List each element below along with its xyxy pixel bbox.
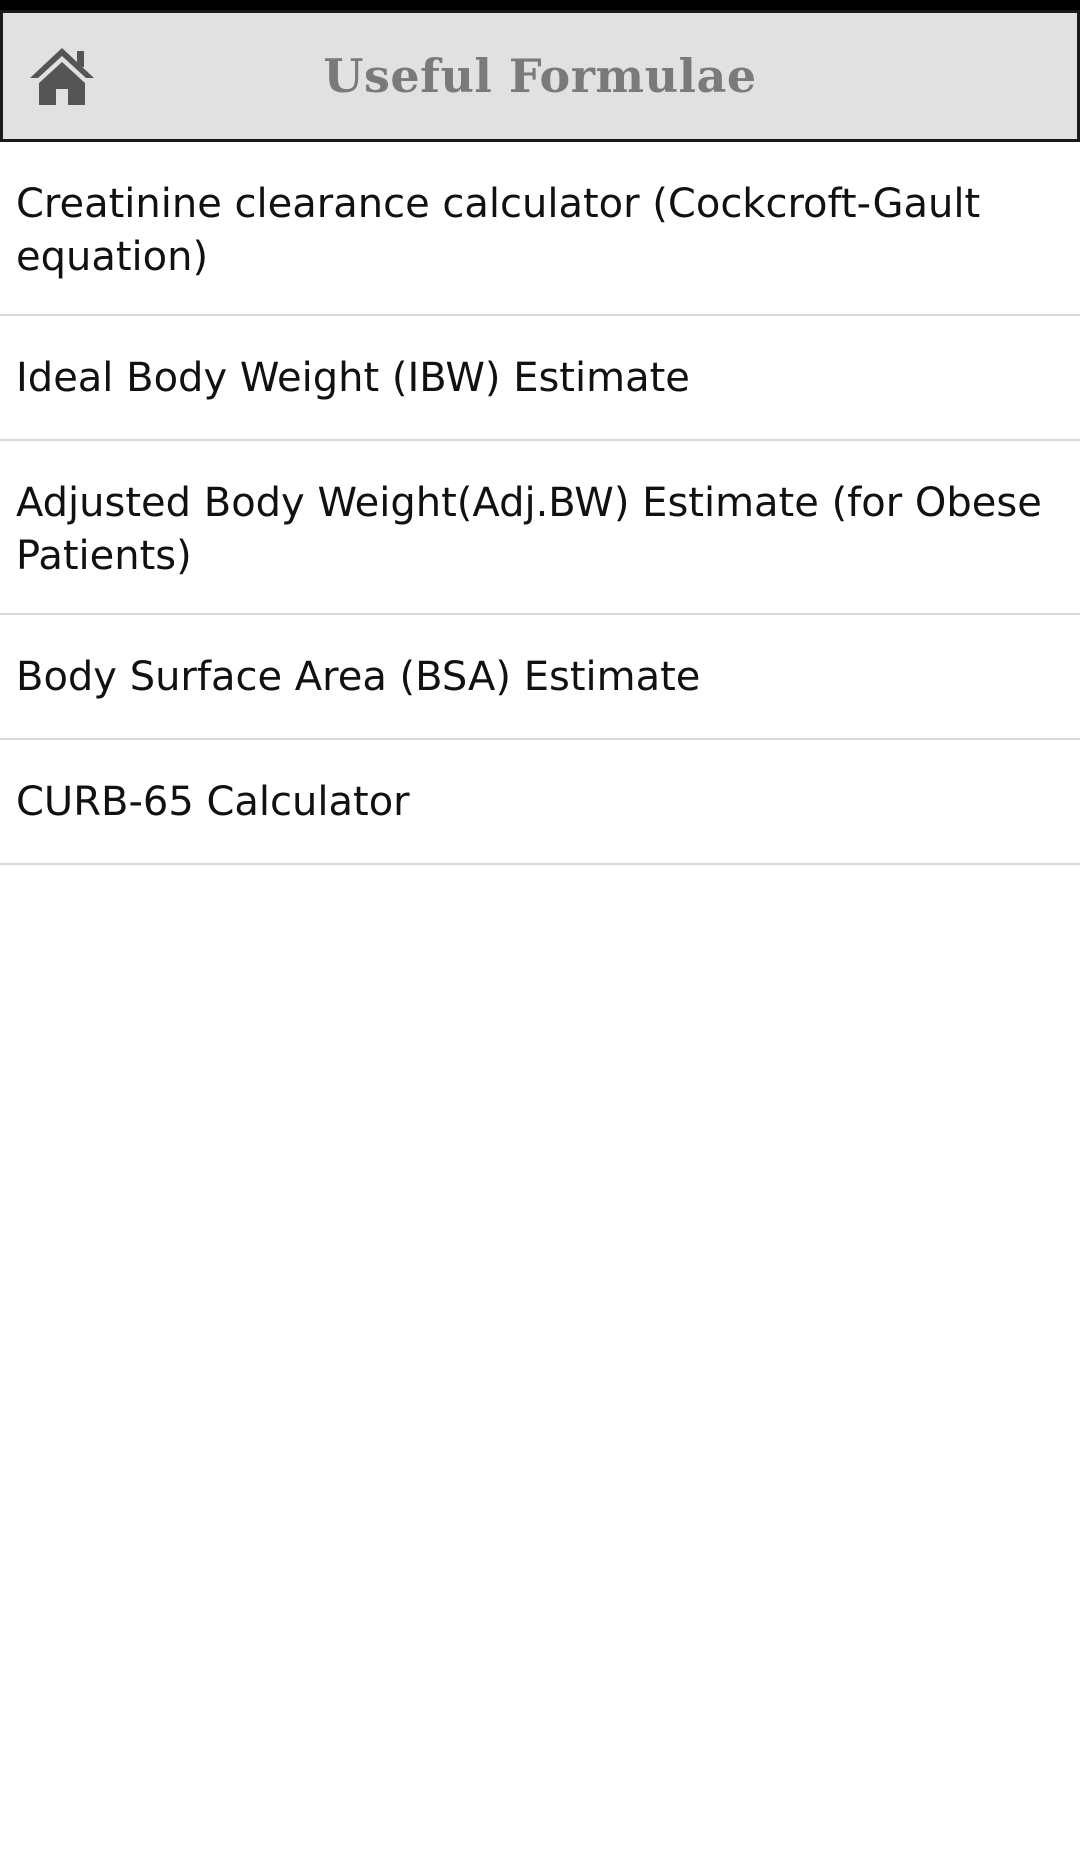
list-item-adjusted-body-weight[interactable]: Adjusted Body Weight(Adj.BW) Estimate (f…	[0, 441, 1080, 615]
list-item-label: Ideal Body Weight (IBW) Estimate	[16, 355, 690, 401]
list-item-label: CURB-65 Calculator	[16, 779, 410, 825]
page-title: Useful Formulae	[323, 49, 757, 103]
list-item-label: Creatinine clearance calculator (Cockcro…	[16, 181, 981, 280]
app-screen: Useful Formulae Creatinine clearance cal…	[0, 0, 1080, 1852]
action-bar: Useful Formulae	[0, 10, 1080, 142]
list-item-label: Body Surface Area (BSA) Estimate	[16, 654, 701, 700]
home-button[interactable]	[27, 43, 97, 109]
home-icon	[27, 45, 97, 107]
status-bar	[0, 0, 1080, 10]
list-item-label: Adjusted Body Weight(Adj.BW) Estimate (f…	[16, 480, 1042, 579]
list-item-ideal-body-weight[interactable]: Ideal Body Weight (IBW) Estimate	[0, 316, 1080, 441]
list-item-body-surface-area[interactable]: Body Surface Area (BSA) Estimate	[0, 615, 1080, 740]
list-item-curb-65[interactable]: CURB-65 Calculator	[0, 740, 1080, 865]
list-item-creatinine-clearance[interactable]: Creatinine clearance calculator (Cockcro…	[0, 142, 1080, 316]
formula-list: Creatinine clearance calculator (Cockcro…	[0, 142, 1080, 865]
